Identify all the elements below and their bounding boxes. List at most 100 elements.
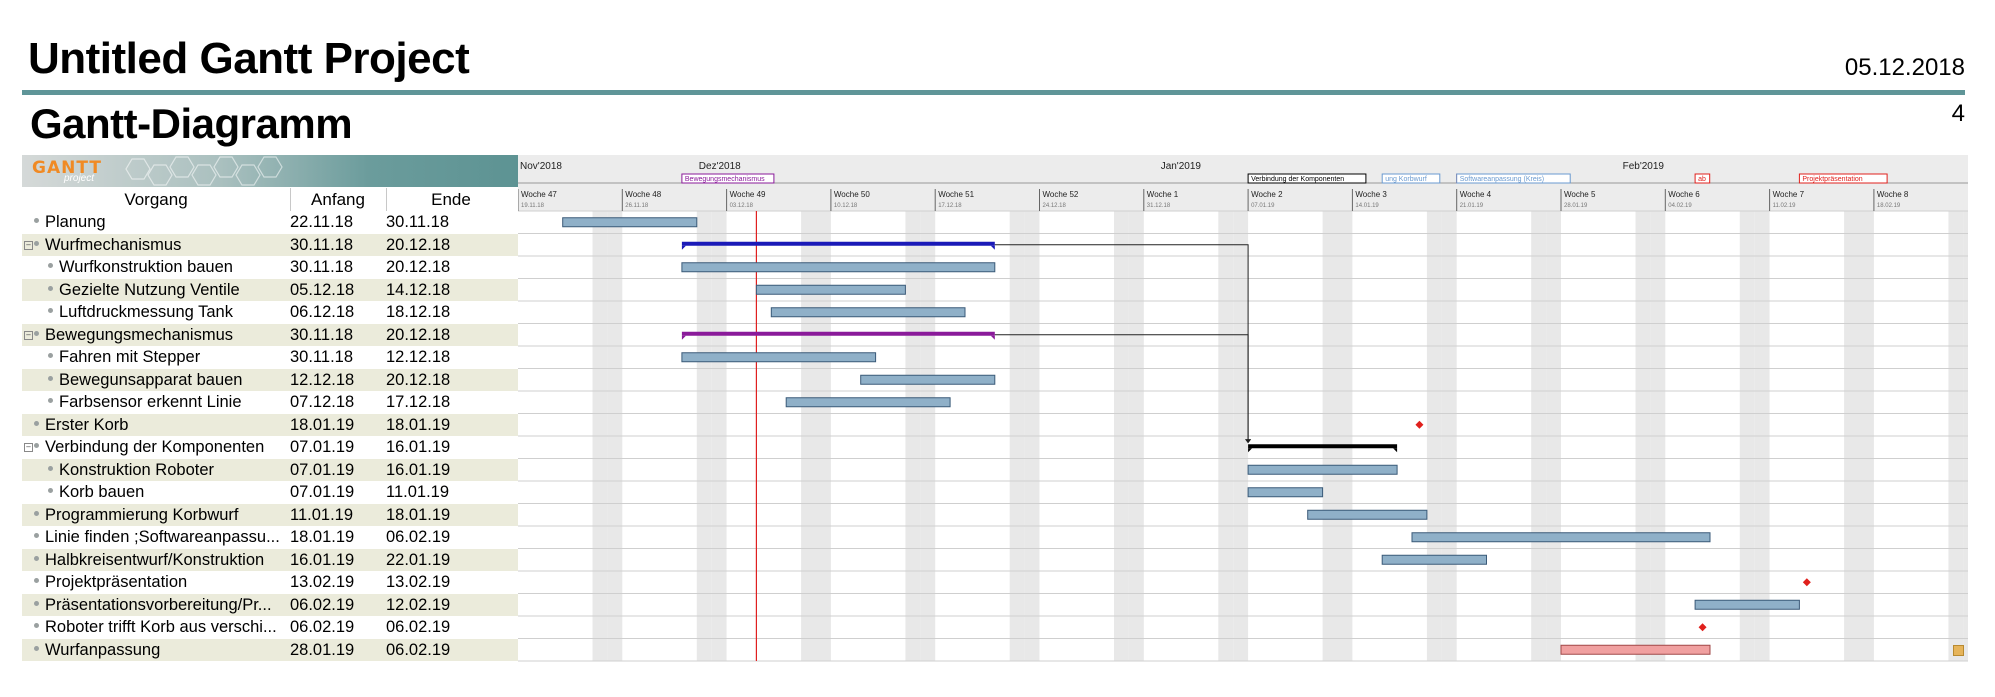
table-row[interactable]: Halbkreisentwurf/Konstruktion 16.01.19 22.… <box>22 548 518 572</box>
week-date-label: 07.01.19 <box>1251 203 1275 209</box>
header-task-label: Projektpräsentation <box>1802 176 1862 183</box>
table-row[interactable]: Wurfanpassung 28.01.19 06.02.19 <box>22 638 518 662</box>
task-bar <box>785 397 951 408</box>
summary-bar-start-cap <box>681 335 686 340</box>
collapse-toggle-icon[interactable]: − <box>24 240 33 250</box>
task-name-cell[interactable]: − Verbindung der Komponenten <box>22 436 296 459</box>
table-row[interactable]: − Wurfmechanismus 30.11.18 20.12.18 <box>22 233 518 257</box>
task-end-cell: 20.12.18 <box>386 235 451 254</box>
week-date-label: 18.02.19 <box>1877 203 1901 209</box>
week-date-label: 31.12.18 <box>1147 203 1171 209</box>
task-bar <box>860 374 996 385</box>
task-start-cell: 30.11.18 <box>290 235 354 254</box>
task-name: Wurfmechanismus <box>45 235 182 254</box>
table-row[interactable]: Linie finden ;Softwareanpassu... 18.01.19… <box>22 526 518 549</box>
summary-bar <box>681 331 995 336</box>
bullet-icon <box>48 375 53 381</box>
task-name-cell[interactable]: Korb bauen <box>22 481 310 504</box>
task-end-cell: 22.01.19 <box>386 550 451 569</box>
bullet-icon <box>48 465 53 471</box>
table-row[interactable]: Farbsensor erkennt Linie 07.12.18 17.12.18 <box>22 391 518 414</box>
week-date-label: 17.12.18 <box>938 203 962 209</box>
week-label: Woche 2 <box>1251 190 1283 199</box>
bullet-icon <box>48 398 53 404</box>
week-label: Woche 52 <box>1043 190 1079 199</box>
task-start-cell: 07.01.19 <box>290 483 355 501</box>
task-name: Luftdruckmessung Tank <box>59 303 233 321</box>
task-start-cell: 07.01.19 <box>290 460 355 479</box>
collapse-toggle-icon[interactable]: − <box>24 443 33 452</box>
task-start-cell: 07.12.18 <box>290 393 355 411</box>
table-row[interactable]: Präsentationsvorbereitung/Pr... 06.02.19 1… <box>22 593 518 617</box>
task-name-cell[interactable]: Bewegunsapparat bauen <box>22 369 310 392</box>
table-row[interactable]: Roboter trifft Korb aus verschi... 06.02.… <box>22 616 518 639</box>
column-header-start[interactable]: Anfang <box>290 188 387 211</box>
table-row[interactable]: Programmierung Korbwurf 11.01.19 18.01.19 <box>22 503 518 527</box>
table-row[interactable]: Projektpräsentation 13.02.19 13.02.19 <box>22 571 518 594</box>
gantt-chart: Nov'2018 Dez'2018 Jan'2019 Feb'2019 Woche 47… <box>518 155 1968 665</box>
task-end-cell: 20.12.18 <box>386 258 451 276</box>
task-start-cell: 28.01.19 <box>290 640 355 659</box>
task-name: Linie finden ;Softwareanpassu... <box>45 528 280 546</box>
task-name-cell[interactable]: Linie finden ;Softwareanpassu... <box>22 526 296 549</box>
task-bar <box>1381 554 1488 565</box>
task-end-cell: 11.01.19 <box>386 483 450 501</box>
task-name-cell[interactable]: Planung <box>22 211 296 234</box>
week-date-label: 04.02.19 <box>1668 203 1692 209</box>
task-name-cell[interactable]: Wurfkonstruktion bauen <box>22 256 310 279</box>
task-name-cell[interactable]: Halbkreisentwurf/Konstruktion <box>22 549 296 572</box>
task-name-cell[interactable]: Erster Korb <box>22 414 296 437</box>
bullet-icon <box>34 443 39 449</box>
table-row[interactable]: Luftdruckmessung Tank 06.12.18 18.12.18 <box>22 301 518 324</box>
task-end-cell: 20.12.18 <box>386 370 451 389</box>
task-start-cell: 18.01.19 <box>290 415 355 434</box>
month-label: Nov'2018 <box>520 161 562 172</box>
task-name-cell[interactable]: Farbsensor erkennt Linie <box>22 391 310 414</box>
task-name: Bewegunsapparat bauen <box>59 370 243 389</box>
bullet-icon <box>48 285 53 291</box>
week-date-label: 03.12.18 <box>730 203 754 209</box>
task-name-cell[interactable]: Roboter trifft Korb aus verschi... <box>22 616 296 639</box>
task-end-cell: 06.02.19 <box>386 618 451 636</box>
table-row[interactable]: Erster Korb 18.01.19 18.01.19 <box>22 413 518 437</box>
task-start-cell: 11.01.19 <box>290 505 354 524</box>
bullet-icon <box>34 645 39 651</box>
task-name-cell[interactable]: Fahren mit Stepper <box>22 346 310 369</box>
task-name-cell[interactable]: Gezielte Nutzung Ventile <box>22 279 310 302</box>
table-row[interactable]: Fahren mit Stepper 30.11.18 12.12.18 <box>22 346 518 369</box>
table-row[interactable]: − Bewegungsmechanismus 30.11.18 20.12.18 <box>22 323 518 347</box>
table-row[interactable]: Wurfkonstruktion bauen 30.11.18 20.12.18 <box>22 256 518 279</box>
task-name-cell[interactable]: Präsentationsvorbereitung/Pr... <box>22 594 296 617</box>
task-name-cell[interactable]: Projektpräsentation <box>22 571 296 594</box>
table-row[interactable]: − Verbindung der Komponenten 07.01.19 16.01… <box>22 436 518 459</box>
task-name-cell[interactable]: Wurfanpassung <box>22 639 296 662</box>
task-name-cell[interactable]: Programmierung Korbwurf <box>22 504 296 527</box>
week-label: Woche 47 <box>521 190 557 199</box>
month-label: Feb'2019 <box>1623 161 1665 172</box>
collapse-toggle-icon[interactable]: − <box>24 330 33 340</box>
task-bar <box>1411 532 1711 543</box>
resize-handle-icon[interactable] <box>1953 645 1964 656</box>
week-label: Woche 5 <box>1564 190 1596 199</box>
table-row[interactable]: Gezielte Nutzung Ventile 05.12.18 14.12.18 <box>22 278 518 302</box>
week-date-label: 10.12.18 <box>834 203 858 209</box>
task-name-cell[interactable]: Luftdruckmessung Tank <box>22 301 310 324</box>
table-row[interactable]: Bewegunsapparat bauen 12.12.18 20.12.18 <box>22 368 518 392</box>
task-name-cell[interactable]: − Wurfmechanismus <box>22 234 296 257</box>
task-end-cell: 13.02.19 <box>386 573 451 591</box>
column-header-name[interactable]: Vorgang <box>22 188 291 211</box>
column-header-end[interactable]: Ende <box>386 188 516 211</box>
task-name-cell[interactable]: Konstruktion Roboter <box>22 459 310 482</box>
week-label: Woche 8 <box>1877 190 1909 199</box>
task-start-cell: 06.02.19 <box>290 595 355 614</box>
task-start-cell: 07.01.19 <box>290 438 355 456</box>
task-name-cell[interactable]: − Bewegungsmechanismus <box>22 324 296 347</box>
task-bar <box>562 217 698 228</box>
header-task-label: ung Korbwurf <box>1385 176 1427 183</box>
task-start-cell: 06.02.19 <box>290 618 355 636</box>
table-row[interactable]: Planung 22.11.18 30.11.18 <box>22 211 518 234</box>
table-row[interactable]: Konstruktion Roboter 07.01.19 16.01.19 <box>22 458 518 482</box>
summary-bar-end-cap <box>990 335 995 340</box>
week-date-label: 21.01.19 <box>1460 203 1484 209</box>
table-row[interactable]: Korb bauen 07.01.19 11.01.19 <box>22 481 518 504</box>
